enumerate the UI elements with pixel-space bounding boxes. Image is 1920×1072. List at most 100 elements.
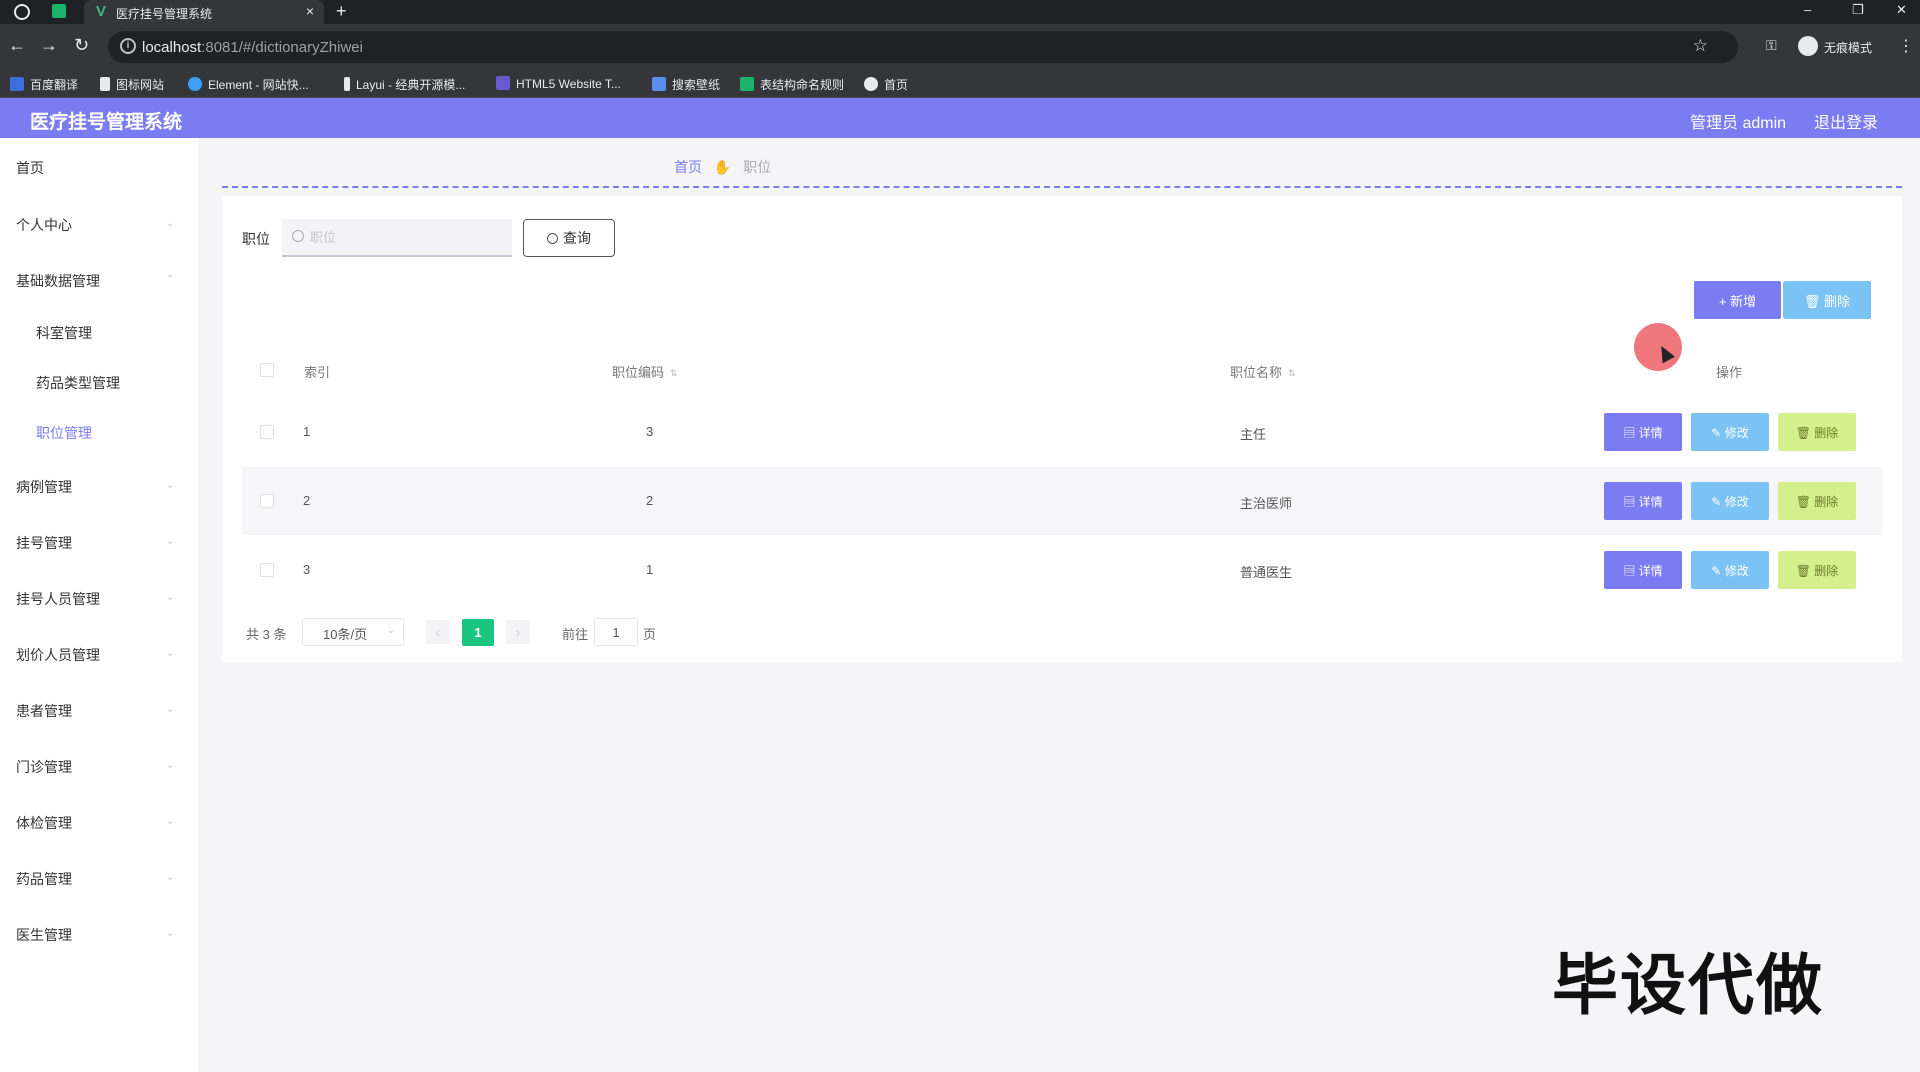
layui-icon bbox=[344, 77, 350, 91]
sidebar-item-drugs[interactable]: 药品管理 bbox=[16, 869, 72, 889]
column-header-actions: 操作 bbox=[1716, 365, 1743, 380]
forward-icon[interactable]: → bbox=[40, 35, 58, 56]
delete-button[interactable]: 🗑 删除 bbox=[1778, 482, 1856, 520]
bookmark-item[interactable]: 图标网站 bbox=[100, 76, 164, 92]
edit-icon: ✎ bbox=[1711, 563, 1725, 578]
query-button[interactable]: 查询 bbox=[523, 219, 615, 257]
page-size-select[interactable]: 10条/页 ⌄ bbox=[302, 618, 404, 646]
search-field[interactable] bbox=[282, 219, 512, 257]
chevron-down-icon: ⌄ bbox=[386, 625, 395, 636]
goto-page-input[interactable] bbox=[594, 618, 638, 646]
add-button[interactable]: + 新增 bbox=[1694, 281, 1781, 319]
submenu-item-department[interactable]: 科室管理 bbox=[36, 323, 92, 343]
tab-active[interactable]: V 医疗挂号管理系统 × bbox=[84, 0, 324, 24]
detail-icon: ▤ bbox=[1623, 494, 1639, 509]
tab-close-icon[interactable]: × bbox=[306, 3, 314, 19]
search-icon bbox=[547, 233, 558, 244]
incognito-label[interactable]: 无痕模式 bbox=[1824, 39, 1872, 56]
sidebar: 首页 个人中心 ⌄ 基础数据管理 ⌃ 科室管理 药品类型管理 职位管理 病例管理… bbox=[0, 138, 198, 1072]
column-header-index: 索引 bbox=[304, 365, 331, 380]
sort-icon[interactable]: ⇅ bbox=[1288, 368, 1296, 379]
select-all-checkbox[interactable] bbox=[260, 363, 274, 377]
divider bbox=[222, 186, 1902, 188]
globe-icon[interactable] bbox=[14, 4, 30, 20]
sheet-icon bbox=[740, 77, 754, 91]
bookmark-item[interactable]: Layui - 经典开源模... bbox=[344, 76, 465, 92]
bookmark-star-icon[interactable]: ☆ bbox=[1693, 36, 1708, 56]
sidebar-item-cases[interactable]: 病例管理 bbox=[16, 477, 72, 497]
table-row: 3 1 普通医生 ▤ 详情 ✎ 修改 🗑 删除 bbox=[242, 536, 1882, 604]
address-bar[interactable]: i localhost:8081/#/dictionaryZhiwei ☆ bbox=[108, 31, 1738, 63]
cell-index: 1 bbox=[303, 424, 311, 439]
prev-page-button[interactable]: ‹ bbox=[426, 620, 450, 644]
bookmark-item[interactable]: Element - 网站快... bbox=[188, 76, 309, 92]
table-row: 1 3 主任 ▤ 详情 ✎ 修改 🗑 删除 bbox=[242, 398, 1882, 466]
row-checkbox[interactable] bbox=[260, 425, 274, 439]
chevron-down-icon: ⌄ bbox=[166, 648, 175, 659]
sidebar-item-basic-data[interactable]: 基础数据管理 bbox=[16, 271, 100, 291]
detail-button[interactable]: ▤ 详情 bbox=[1604, 551, 1682, 589]
bookmark-item[interactable]: 首页 bbox=[864, 76, 908, 92]
app-title: 医疗挂号管理系统 bbox=[30, 112, 183, 133]
sidebar-item-registrar[interactable]: 挂号人员管理 bbox=[16, 589, 100, 609]
next-page-button[interactable]: › bbox=[506, 620, 530, 644]
browser-menu-icon[interactable]: ⋮ bbox=[1898, 36, 1914, 56]
bookmark-item[interactable]: 百度翻译 bbox=[10, 76, 78, 92]
window-close-icon[interactable]: ✕ bbox=[1896, 2, 1907, 18]
column-header-name[interactable]: 职位名称 ⇅ bbox=[1230, 362, 1296, 381]
sidebar-item-home[interactable]: 首页 bbox=[16, 158, 44, 178]
sidebar-item-doctors[interactable]: 医生管理 bbox=[16, 925, 72, 945]
table-row: 2 2 主治医师 ▤ 详情 ✎ 修改 🗑 删除 bbox=[242, 467, 1882, 535]
cell-code: 2 bbox=[646, 493, 654, 508]
minimize-icon[interactable]: – bbox=[1804, 2, 1811, 17]
bookmark-item[interactable]: 表结构命名规则 bbox=[740, 76, 844, 92]
back-icon[interactable]: ← bbox=[8, 35, 26, 56]
new-tab-button[interactable]: + bbox=[336, 1, 347, 22]
bookmark-item[interactable]: 搜索壁纸 bbox=[652, 76, 720, 92]
info-icon[interactable]: i bbox=[120, 38, 136, 54]
edit-button[interactable]: ✎ 修改 bbox=[1691, 482, 1769, 520]
sort-icon[interactable]: ⇅ bbox=[670, 368, 678, 379]
edit-button[interactable]: ✎ 修改 bbox=[1691, 413, 1769, 451]
chevron-down-icon: ⌄ bbox=[166, 218, 175, 229]
page-number-active[interactable]: 1 bbox=[462, 619, 494, 646]
trash-icon: 🗑 bbox=[1795, 494, 1815, 509]
pinned-tab-icon[interactable] bbox=[52, 4, 66, 18]
edit-button[interactable]: ✎ 修改 bbox=[1691, 551, 1769, 589]
bookmark-item[interactable]: HTML5 Website T... bbox=[496, 76, 621, 92]
chevron-down-icon: ⌄ bbox=[166, 760, 175, 771]
batch-delete-button[interactable]: 🗑 删除 bbox=[1783, 281, 1871, 319]
edit-icon: ✎ bbox=[1711, 494, 1725, 509]
translate-icon bbox=[10, 77, 24, 91]
column-header-code[interactable]: 职位编码 ⇅ bbox=[612, 362, 678, 381]
incognito-icon[interactable] bbox=[1798, 36, 1818, 56]
pagination-total: 共 3 条 bbox=[246, 627, 287, 642]
submenu-item-position[interactable]: 职位管理 bbox=[36, 423, 92, 443]
sidebar-item-checkup[interactable]: 体检管理 bbox=[16, 813, 72, 833]
trash-icon: 🗑 bbox=[1803, 293, 1825, 309]
url-text[interactable]: localhost:8081/#/dictionaryZhiwei bbox=[142, 39, 363, 56]
filter-label: 职位 bbox=[242, 231, 270, 247]
delete-button[interactable]: 🗑 删除 bbox=[1778, 413, 1856, 451]
row-checkbox[interactable] bbox=[260, 563, 274, 577]
breadcrumb-home[interactable]: 首页 bbox=[674, 159, 702, 175]
key-icon[interactable]: ⚿ bbox=[1766, 37, 1777, 54]
sidebar-item-patients[interactable]: 患者管理 bbox=[16, 701, 72, 721]
search-input[interactable] bbox=[310, 223, 506, 251]
submenu-item-drug-type[interactable]: 药品类型管理 bbox=[36, 373, 120, 393]
delete-button[interactable]: 🗑 删除 bbox=[1778, 551, 1856, 589]
reload-icon[interactable]: ↻ bbox=[74, 35, 89, 56]
cell-name: 主任 bbox=[1240, 427, 1267, 442]
sidebar-item-pricing-staff[interactable]: 划价人员管理 bbox=[16, 645, 100, 665]
logout-link[interactable]: 退出登录 bbox=[1814, 109, 1878, 133]
browser-toolbar: ← → ↻ i localhost:8081/#/dictionaryZhiwe… bbox=[0, 24, 1920, 70]
chevron-down-icon: ⌄ bbox=[166, 592, 175, 603]
restore-icon[interactable]: ❐ bbox=[1852, 2, 1864, 18]
watermark-text: 毕设代做 bbox=[1552, 947, 1824, 1024]
sidebar-item-profile[interactable]: 个人中心 bbox=[16, 215, 72, 235]
sidebar-item-registration[interactable]: 挂号管理 bbox=[16, 533, 72, 553]
sidebar-item-outpatient[interactable]: 门诊管理 bbox=[16, 757, 72, 777]
row-checkbox[interactable] bbox=[260, 494, 274, 508]
detail-button[interactable]: ▤ 详情 bbox=[1604, 482, 1682, 520]
detail-button[interactable]: ▤ 详情 bbox=[1604, 413, 1682, 451]
